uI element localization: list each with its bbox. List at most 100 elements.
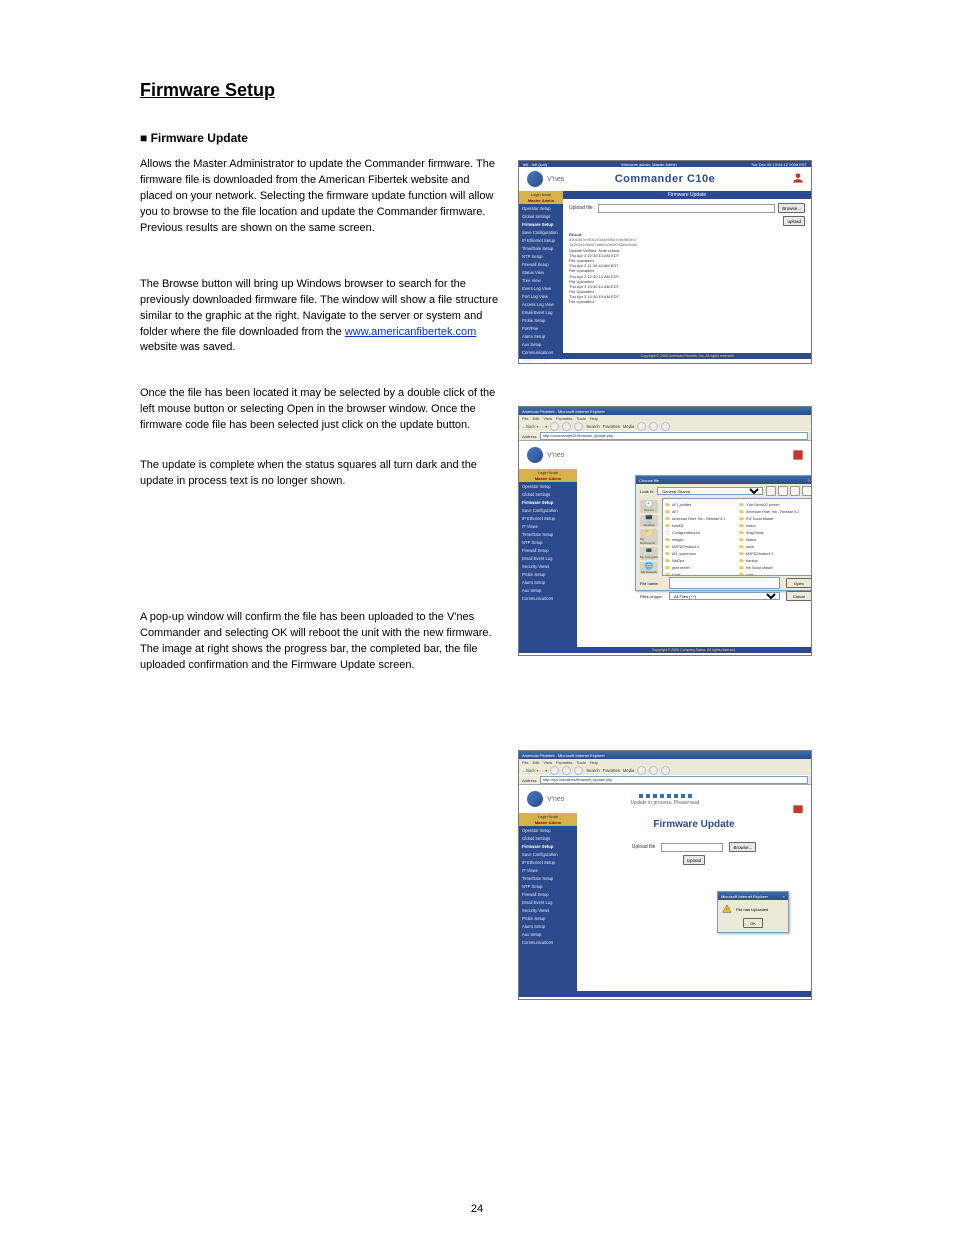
ie-search-label[interactable]: Search: [586, 424, 599, 429]
print-icon[interactable]: [661, 422, 670, 431]
sidebar-item[interactable]: Global Settings: [519, 834, 577, 842]
ie-menu-item[interactable]: View: [543, 760, 552, 765]
home-icon[interactable]: [574, 422, 583, 431]
sidebar-item[interactable]: Port Log View: [519, 292, 563, 300]
file-item[interactable]: American Fiber Tek - Release 5.2: [739, 508, 812, 515]
sidebar-item[interactable]: IT Views: [519, 866, 577, 874]
file-item[interactable]: wcob: [739, 543, 812, 550]
sidebar-item[interactable]: Firewall Setup: [519, 260, 563, 268]
logout-icon[interactable]: [791, 171, 805, 185]
sidebar-item[interactable]: Time/Date Setup: [519, 874, 577, 882]
stop-icon[interactable]: [550, 422, 559, 431]
sidebar-item[interactable]: Time/Date Setup: [519, 244, 563, 252]
filetype-select[interactable]: All Files (*.*): [669, 592, 780, 600]
sidebar-item[interactable]: Alarm Setup: [519, 578, 577, 586]
back-folder-icon[interactable]: [766, 486, 776, 496]
sidebar-item[interactable]: Aux Setup: [519, 586, 577, 594]
sidebar-item[interactable]: Communications: [519, 349, 563, 357]
sidebar-item[interactable]: Email Event Log: [519, 308, 563, 316]
alert-close-icon[interactable]: ×: [783, 894, 785, 899]
ie-menu-item[interactable]: Edit: [532, 760, 539, 765]
cancel-button[interactable]: Cancel: [786, 591, 812, 601]
ie-back-label[interactable]: ←Back ▾ → ▾: [522, 768, 547, 773]
file-item[interactable]: print server: [665, 564, 739, 571]
ie-menu-item[interactable]: View: [543, 416, 552, 421]
sidebar-item[interactable]: Probe Setup: [519, 570, 577, 578]
places-item[interactable]: 🖥️Desktop: [640, 515, 658, 528]
sidebar-item[interactable]: Email Event Log: [519, 554, 577, 562]
new-folder-icon[interactable]: [790, 486, 800, 496]
refresh-icon[interactable]: [562, 422, 571, 431]
open-button[interactable]: Open: [786, 578, 812, 588]
refresh-icon[interactable]: [562, 766, 571, 775]
sidebar-item[interactable]: SNMP Setup: [519, 357, 563, 364]
sidebar-item[interactable]: Port/Poe: [519, 324, 563, 332]
file-item[interactable]: images: [665, 536, 739, 543]
sidebar-item[interactable]: Save Configuration: [519, 506, 577, 514]
ie-favorites-label[interactable]: Favorites: [603, 768, 620, 773]
sidebar-item[interactable]: Global Settings: [519, 212, 563, 220]
sidebar-item[interactable]: Alarm Setup: [519, 333, 563, 341]
file-item[interactable]: SnapShots: [739, 529, 812, 536]
file-list[interactable]: AFI_profilesY'de Demo02 screenAFIAmerica…: [662, 498, 812, 576]
file-dialog-close-icon[interactable]: ? ×: [807, 478, 812, 483]
sidebar-item[interactable]: Security Views: [519, 562, 577, 570]
sidebar-item[interactable]: Firmware Setup: [519, 498, 577, 506]
ie-menu-item[interactable]: Favorites: [556, 416, 572, 421]
sidebar-item[interactable]: Firmware Setup: [519, 842, 577, 850]
sidebar-item[interactable]: Security Views: [519, 906, 577, 914]
sidebar-item[interactable]: NTP Setup: [519, 538, 577, 546]
sidebar-item[interactable]: Save Configuration: [519, 850, 577, 858]
sidebar-item[interactable]: Probe Setup: [519, 914, 577, 922]
file-item[interactable]: vdns: [739, 571, 812, 576]
filename-input[interactable]: [669, 577, 780, 589]
sidebar-item[interactable]: Save Configuration: [519, 228, 563, 236]
stop-icon[interactable]: [550, 766, 559, 775]
file-item[interactable]: MXPDCreator4.2: [739, 550, 812, 557]
file-item[interactable]: build01: [665, 522, 739, 529]
sidebar-item[interactable]: Time/Date Setup: [519, 530, 577, 538]
print-icon[interactable]: [661, 766, 670, 775]
ie-menu-item[interactable]: File: [522, 760, 528, 765]
ie-media-label[interactable]: Media: [623, 768, 634, 773]
sidebar-item[interactable]: Firewall Setup: [519, 546, 577, 554]
upload-button[interactable]: Upload: [683, 855, 705, 865]
up-folder-icon[interactable]: [778, 486, 788, 496]
file-item[interactable]: AFI: [665, 508, 739, 515]
link-aft-website[interactable]: www.americanfibertek.com: [345, 326, 476, 338]
ie-media-label[interactable]: Media: [623, 424, 634, 429]
upload-file-input[interactable]: [598, 204, 775, 213]
sidebar-item[interactable]: Access Log View: [519, 300, 563, 308]
ie-menu-item[interactable]: File: [522, 416, 528, 421]
sidebar-item[interactable]: Aux Setup: [519, 930, 577, 938]
sidebar-item[interactable]: IP Ethernet Setup: [519, 858, 577, 866]
mail-icon[interactable]: [649, 422, 658, 431]
browse-button[interactable]: Browse...: [778, 203, 805, 213]
sidebar-item[interactable]: IP Ethernet Setup: [519, 236, 563, 244]
sidebar-item[interactable]: Email Event Log: [519, 898, 577, 906]
file-item[interactable]: Status: [739, 536, 812, 543]
upload-file-input[interactable]: [661, 843, 723, 852]
file-item[interactable]: V'nes: [665, 571, 739, 576]
sidebar-item[interactable]: Communications: [519, 938, 577, 946]
ie-menu-item[interactable]: Help: [590, 416, 598, 421]
history-icon[interactable]: [637, 422, 646, 431]
sidebar-item[interactable]: Alarm Setup: [519, 922, 577, 930]
upload-button[interactable]: upload: [783, 216, 805, 226]
home-icon[interactable]: [574, 766, 583, 775]
ie-menu-item[interactable]: Tools: [576, 416, 585, 421]
file-item[interactable]: Y'de Demo02 screen: [739, 501, 812, 508]
file-item[interactable]: backup: [739, 557, 812, 564]
sidebar-item[interactable]: Firewall Setup: [519, 890, 577, 898]
view-menu-icon[interactable]: [802, 486, 812, 496]
file-item[interactable]: Configurations.txt: [665, 529, 739, 536]
sidebar-item[interactable]: Global Settings: [519, 490, 577, 498]
sidebar-item[interactable]: NTP Setup: [519, 252, 563, 260]
sidebar-item[interactable]: IP Ethernet Setup: [519, 514, 577, 522]
ie-menu-item[interactable]: Edit: [532, 416, 539, 421]
ie-menu-item[interactable]: Help: [590, 760, 598, 765]
address-field[interactable]: http://commander01/firmware_update.php: [540, 432, 808, 440]
ie-search-label[interactable]: Search: [586, 768, 599, 773]
ie-back-label[interactable]: ←Back ▾ → ▾: [522, 424, 547, 429]
sidebar-item[interactable]: NTP Setup: [519, 882, 577, 890]
